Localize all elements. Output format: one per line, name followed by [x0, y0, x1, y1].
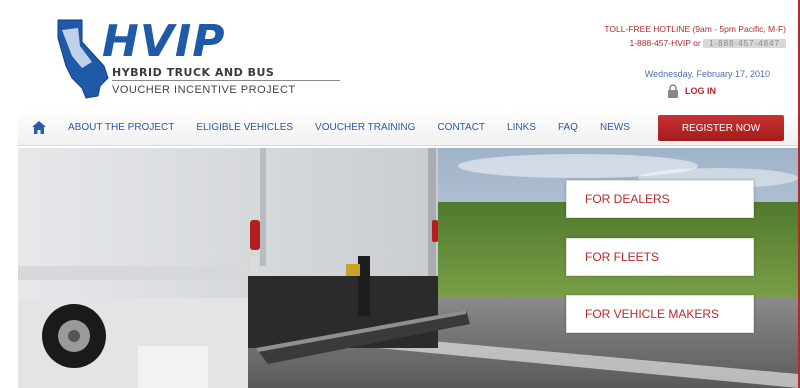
hero-banner: FOR DEALERS FOR FLEETS FOR VEHICLE MAKER…	[18, 148, 798, 388]
current-date: Wednesday, February 17, 2010	[644, 69, 770, 79]
nav-eligible-vehicles[interactable]: ELIGIBLE VEHICLES	[196, 122, 293, 133]
hotline-heading: TOLL-FREE HOTLINE (9am - 5pm Pacific, M-…	[604, 24, 786, 34]
login-label: LOG IN	[685, 86, 716, 96]
home-icon[interactable]	[32, 121, 46, 134]
main-nav: ABOUT THE PROJECT ELIGIBLE VEHICLES VOUC…	[18, 110, 800, 146]
for-vehicle-makers-button[interactable]: FOR VEHICLE MAKERS	[566, 295, 754, 333]
page: HVIP HYBRID TRUCK AND BUS VOUCHER INCENT…	[18, 0, 800, 388]
login-link[interactable]: LOG IN	[667, 84, 716, 98]
nav-links[interactable]: LINKS	[507, 122, 536, 133]
register-now-button[interactable]: REGISTER NOW	[658, 115, 784, 141]
hotline-alt-number: 1-888-457-4847	[703, 39, 786, 48]
logo-divider	[112, 80, 340, 81]
for-fleets-button[interactable]: FOR FLEETS	[566, 238, 754, 276]
logo-subtitle-1: HYBRID TRUCK AND BUS	[112, 66, 275, 79]
hotline-number: 1-888-457-HVIP or	[629, 38, 701, 48]
hotline-info: TOLL-FREE HOTLINE (9am - 5pm Pacific, M-…	[604, 24, 786, 48]
nav-faq[interactable]: FAQ	[558, 122, 578, 133]
nav-about[interactable]: ABOUT THE PROJECT	[68, 122, 174, 133]
site-header: HVIP HYBRID TRUCK AND BUS VOUCHER INCENT…	[18, 0, 800, 108]
nav-voucher-training[interactable]: VOUCHER TRAINING	[315, 122, 415, 133]
lock-icon	[668, 84, 678, 98]
nav-contact[interactable]: CONTACT	[437, 122, 485, 133]
logo-subtitle-2: VOUCHER INCENTIVE PROJECT	[112, 84, 296, 96]
logo-title: HVIP	[102, 16, 226, 67]
for-dealers-button[interactable]: FOR DEALERS	[566, 180, 754, 218]
nav-news[interactable]: NEWS	[600, 122, 630, 133]
site-logo[interactable]: HVIP HYBRID TRUCK AND BUS VOUCHER INCENT…	[48, 12, 348, 104]
hotline-numbers: 1-888-457-HVIP or 1-888-457-4847	[604, 38, 786, 48]
